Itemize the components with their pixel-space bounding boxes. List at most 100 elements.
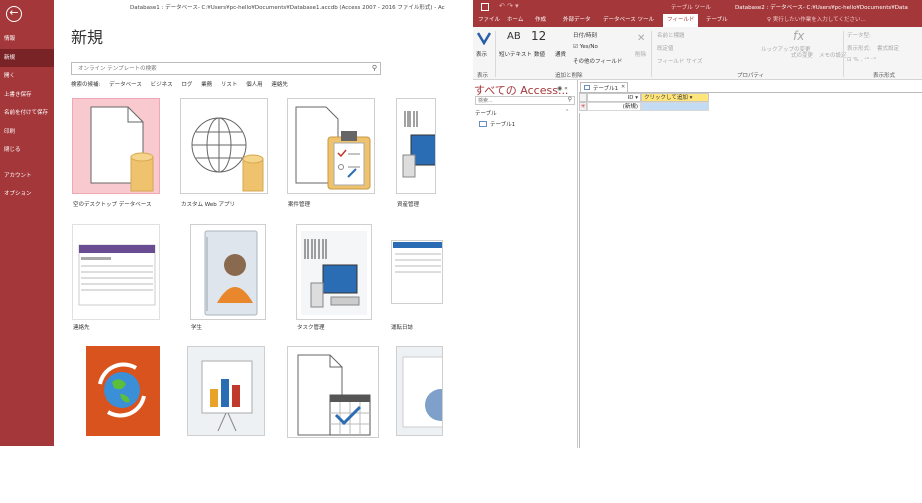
nav-pane-collapse-icon[interactable]: ◉ «	[557, 85, 568, 92]
template-task-management[interactable]	[296, 224, 372, 320]
name-caption-button[interactable]: 名前と標題	[657, 31, 685, 39]
new-row-add-cell[interactable]	[641, 102, 709, 111]
column-header-label: ID	[627, 95, 634, 101]
backstage-nav-options[interactable]: オプション	[0, 185, 54, 203]
backstage-nav-print[interactable]: 印刷	[0, 123, 54, 141]
template-search-input[interactable]	[76, 63, 361, 74]
suggested-link[interactable]: 個人用	[246, 82, 263, 88]
template-label: 学生	[191, 325, 203, 331]
column-header-label: クリックして追加	[644, 95, 688, 101]
template-driving-log[interactable]	[391, 240, 443, 304]
number-field-icon[interactable]: 12	[531, 29, 546, 43]
globe-sync-icon	[98, 362, 146, 418]
suggested-link[interactable]: ログ	[181, 82, 192, 88]
template-contacts[interactable]	[72, 224, 160, 320]
navigation-pane: すべての Access... ◉ « ⚲ テーブル ⌃ テーブル1	[473, 80, 578, 448]
template-custom-web-app[interactable]	[180, 98, 268, 194]
column-header-add[interactable]: クリックして追加 ▾	[641, 93, 709, 102]
number-format-buttons[interactable]: ⊡ % , ⁺⁰ ⁻⁰	[847, 57, 876, 63]
data-type-label: データ型:	[847, 33, 871, 39]
chevron-up-icon[interactable]: ⌃	[565, 109, 569, 115]
select-all-box[interactable]	[579, 93, 587, 102]
group-label-add-delete: 追加と削除	[555, 73, 583, 79]
template-students[interactable]	[190, 224, 266, 320]
tab-database-tools[interactable]: データベース ツール	[603, 14, 654, 27]
suggested-label: 検索の候補:	[71, 82, 101, 88]
ribbon-separator	[495, 31, 496, 77]
new-row-selector-icon[interactable]: ✳	[579, 102, 587, 111]
window-title: Database2 : データベース- C:¥Users¥pc-hello¥Do…	[735, 5, 908, 11]
template-globe-sync[interactable]	[86, 346, 160, 436]
format-label: 表示形式:	[847, 46, 871, 52]
backstage-nav-save[interactable]: 上書き保存	[0, 86, 54, 104]
expression-icon[interactable]: fx	[793, 29, 804, 43]
datasheet-grid: ID ▾ クリックして追加 ▾ ✳ (新規)	[579, 92, 922, 448]
search-icon[interactable]: ⚲	[372, 64, 377, 72]
template-presentation[interactable]	[187, 346, 265, 436]
tab-file[interactable]: ファイル	[478, 14, 500, 27]
nav-search-input[interactable]	[478, 97, 558, 104]
search-icon[interactable]: ⚲	[568, 96, 572, 103]
number-button[interactable]: 数値	[534, 50, 545, 58]
backstage-nav-close[interactable]: 閉じる	[0, 141, 54, 159]
back-arrow-icon[interactable]: ←	[6, 6, 22, 22]
tab-create[interactable]: 作成	[535, 14, 546, 27]
page-title: 新規	[71, 28, 104, 47]
template-asset-tracking[interactable]	[396, 98, 436, 194]
short-text-button[interactable]: 短いテキスト	[499, 50, 532, 58]
date-time-button[interactable]: 日付/時刻	[573, 31, 597, 39]
backstage-nav-save-as[interactable]: 名前を付けて保存	[0, 104, 54, 122]
suggested-link[interactable]: リスト	[221, 82, 238, 88]
suggested-link[interactable]: ビジネス	[151, 82, 173, 88]
suggested-searches: 検索の候補: データベース ビジネス ログ 業務 リスト 個人用 連絡先	[71, 80, 295, 88]
delete-button[interactable]: 削除	[635, 50, 646, 58]
backstage-nav-account[interactable]: アカウント	[0, 167, 54, 185]
expression-button[interactable]: 式の変更	[791, 51, 813, 59]
nav-item-label: テーブル1	[490, 122, 516, 128]
more-fields-button[interactable]: その他のフィールド	[573, 57, 622, 65]
template-calendar[interactable]	[287, 346, 379, 438]
currency-button[interactable]: 通貨	[555, 50, 566, 58]
suggested-link[interactable]: 業務	[201, 82, 212, 88]
title-bar: ↶ ↷ ▾ テーブル ツール Database2 : データベース- C:¥Us…	[473, 0, 922, 14]
access-main-window: ↶ ↷ ▾ テーブル ツール Database2 : データベース- C:¥Us…	[473, 0, 922, 448]
tab-home[interactable]: ホーム	[507, 14, 523, 27]
yes-no-label: Yes/No	[579, 44, 598, 50]
template-label: 空のデスクトップ データベース	[73, 202, 152, 208]
view-button[interactable]: 表示	[476, 50, 487, 58]
presentation-chart-icon	[201, 360, 253, 432]
tab-table[interactable]: テーブル	[706, 14, 728, 27]
column-header-id[interactable]: ID ▾	[587, 93, 641, 102]
nav-search-box[interactable]: ⚲	[475, 96, 575, 105]
backstage-nav-open[interactable]: 開く	[0, 67, 54, 85]
document-tab[interactable]: テーブル1 ✕	[580, 82, 628, 92]
view-icon[interactable]	[477, 31, 491, 45]
suggested-link[interactable]: データベース	[109, 82, 142, 88]
new-row-id-cell[interactable]: (新規)	[587, 102, 641, 111]
yes-no-button[interactable]: ☑ Yes/No	[573, 44, 598, 50]
template-blank-database[interactable]	[72, 98, 160, 194]
format-select[interactable]: 書式設定	[877, 44, 899, 52]
student-person-icon	[204, 230, 258, 316]
group-label-view: 表示	[477, 73, 489, 79]
close-icon[interactable]: ✕	[621, 84, 625, 90]
delete-icon[interactable]: ✕	[637, 33, 645, 44]
field-size-field[interactable]: フィールド サイズ	[657, 57, 702, 65]
tab-fields[interactable]: フィールド	[663, 14, 699, 27]
backstage-nav-info[interactable]: 情報	[0, 30, 54, 48]
template-partial[interactable]	[396, 346, 443, 436]
nav-item-table1[interactable]: テーブル1	[479, 120, 515, 128]
template-issue-tracking[interactable]	[287, 98, 375, 194]
tell-me-box[interactable]: ♀ 実行したい作業を入力してください...	[767, 14, 866, 27]
tab-external-data[interactable]: 外部データ	[563, 14, 591, 27]
backstage-nav-new[interactable]: 新規	[0, 49, 54, 67]
default-value-button[interactable]: 既定値	[657, 44, 674, 52]
ribbon: 表示 表示 AB 12 短いテキスト 数値 通貨 日付/時刻 ☑ Yes/No …	[473, 27, 922, 80]
quick-access-toolbar[interactable]: ↶ ↷ ▾	[499, 2, 519, 10]
suggested-link[interactable]: 連絡先	[271, 82, 288, 88]
nav-group-tables[interactable]: テーブル	[475, 109, 497, 117]
partial-template-icon	[402, 356, 442, 428]
short-text-icon[interactable]: AB	[507, 31, 521, 42]
save-icon[interactable]	[481, 3, 489, 11]
template-search-box[interactable]: ⚲	[71, 62, 381, 75]
